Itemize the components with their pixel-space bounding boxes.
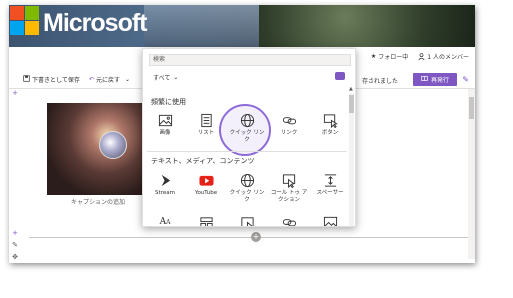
button-icon bbox=[323, 114, 338, 128]
list-icon bbox=[200, 113, 212, 128]
image-icon bbox=[158, 114, 172, 127]
tile-link[interactable]: リンク bbox=[269, 113, 309, 147]
tile-label: ボタン bbox=[321, 130, 339, 136]
filter-label: すべて bbox=[153, 75, 171, 82]
tile-label: Stream bbox=[155, 190, 175, 196]
tile-link-embed[interactable] bbox=[269, 215, 309, 226]
members-button[interactable]: 1 人のメンバー bbox=[418, 52, 469, 61]
tile-label: 画像 bbox=[159, 130, 171, 136]
tile-label: リスト bbox=[197, 130, 215, 136]
undo-button[interactable]: ↶ 元に戻す ⌄ bbox=[89, 75, 130, 84]
tile-text[interactable]: AA bbox=[145, 215, 185, 227]
webpart-toolbox: 検索 すべて ⌄ 頻繁に使用 画像 リスト クイック リンク リンク ボタン テ… bbox=[142, 48, 356, 227]
edit-section-icon[interactable]: ✎ bbox=[11, 241, 19, 249]
add-webpart-button[interactable]: + bbox=[251, 232, 261, 242]
members-label: 1 人のメンバー bbox=[427, 54, 469, 61]
crystal-ball-image bbox=[99, 131, 127, 159]
building-image bbox=[144, 5, 264, 47]
publish-label: 再発行 bbox=[430, 77, 449, 84]
image-embed-icon bbox=[240, 217, 254, 226]
tile-label: スペーサー bbox=[316, 190, 344, 196]
edit-pen-icon[interactable]: ✎ bbox=[462, 75, 469, 84]
image-gallery-icon bbox=[323, 216, 337, 226]
tile-stream[interactable]: Stream bbox=[145, 173, 185, 207]
add-section-icon[interactable]: + bbox=[11, 89, 19, 97]
follow-label: フォロー中 bbox=[378, 54, 409, 61]
section-text-media-title: テキスト、メディア、コンテンツ bbox=[151, 157, 255, 165]
image-caption[interactable]: キャプションの追加 bbox=[71, 197, 125, 206]
youtube-icon bbox=[198, 175, 214, 186]
trees-image bbox=[259, 5, 475, 47]
tile-quick-links-2[interactable]: クイック リンク bbox=[227, 173, 267, 207]
font-icon: AA bbox=[159, 217, 171, 227]
tile-quick-links[interactable]: クイック リンク bbox=[227, 113, 267, 147]
tile-spacer[interactable]: スペーサー bbox=[310, 173, 350, 207]
stream-icon bbox=[161, 174, 170, 187]
layout-icon bbox=[199, 217, 213, 226]
chevron-down-icon: ⌄ bbox=[173, 74, 179, 81]
left-rail: + + ✎ ✥ bbox=[10, 89, 20, 261]
toolbox-search-input[interactable]: 検索 bbox=[149, 54, 351, 66]
toolbox-filter-dropdown[interactable]: すべて ⌄ bbox=[153, 73, 178, 82]
spacer-icon bbox=[324, 174, 336, 187]
scroll-up-icon[interactable]: ▲ bbox=[349, 86, 353, 92]
section-frequent-title: 頻繁に使用 bbox=[151, 98, 186, 106]
logo-wordmark: Microsoft bbox=[43, 9, 147, 37]
site-header-banner: Microsoft bbox=[9, 5, 475, 47]
call-to-action-icon bbox=[282, 174, 295, 188]
section-separator bbox=[147, 151, 347, 152]
tile-image-embed[interactable] bbox=[227, 215, 267, 226]
link-embed-icon bbox=[282, 219, 296, 226]
tile-label: クイック リンク bbox=[229, 190, 265, 203]
save-draft-button[interactable]: 下書きとして保存 bbox=[23, 75, 80, 84]
toolbox-scrollbar[interactable]: ▲ bbox=[349, 86, 354, 226]
chevron-down-icon: ⌄ bbox=[125, 76, 131, 83]
tile-list[interactable]: リスト bbox=[186, 113, 226, 147]
tile-image[interactable]: 画像 bbox=[145, 113, 185, 147]
add-section-bottom-icon[interactable]: + bbox=[11, 229, 19, 237]
save-draft-label: 下書きとして保存 bbox=[32, 77, 80, 84]
tile-button[interactable]: ボタン bbox=[310, 113, 350, 147]
tile-layout[interactable] bbox=[186, 215, 226, 226]
tile-label: YouTube bbox=[194, 190, 218, 196]
globe-icon bbox=[240, 173, 254, 188]
tile-call-to-action[interactable]: コール トゥ アクション bbox=[269, 173, 309, 207]
microsoft-logo-icon bbox=[9, 5, 39, 47]
canvas-image[interactable] bbox=[47, 103, 147, 195]
link-icon bbox=[282, 117, 296, 125]
toolbox-scrollbar-thumb[interactable] bbox=[349, 95, 354, 113]
publish-button[interactable]: 再発行 bbox=[412, 73, 457, 86]
page-scrollbar-thumb[interactable] bbox=[469, 97, 474, 119]
globe-icon bbox=[240, 113, 254, 128]
tile-label: コール トゥ アクション bbox=[270, 190, 308, 203]
save-icon bbox=[23, 75, 30, 84]
person-icon bbox=[418, 53, 425, 60]
tile-image-gallery[interactable] bbox=[310, 215, 350, 226]
tile-label: リンク bbox=[280, 130, 298, 136]
tile-youtube[interactable]: YouTube bbox=[186, 173, 226, 207]
undo-icon: ↶ bbox=[89, 76, 95, 83]
page-scrollbar[interactable] bbox=[468, 89, 475, 259]
undo-label: 元に戻す bbox=[96, 77, 121, 84]
grid-view-toggle[interactable] bbox=[335, 72, 345, 80]
saved-status: 存されました bbox=[361, 78, 398, 85]
move-section-icon[interactable]: ✥ bbox=[11, 253, 19, 261]
follow-button[interactable]: ★ フォロー中 bbox=[371, 52, 408, 61]
star-icon: ★ bbox=[370, 53, 377, 60]
book-icon bbox=[421, 75, 428, 84]
tile-label: クイック リンク bbox=[229, 130, 265, 143]
site-actions: ★ フォロー中 1 人のメンバー bbox=[371, 52, 469, 61]
